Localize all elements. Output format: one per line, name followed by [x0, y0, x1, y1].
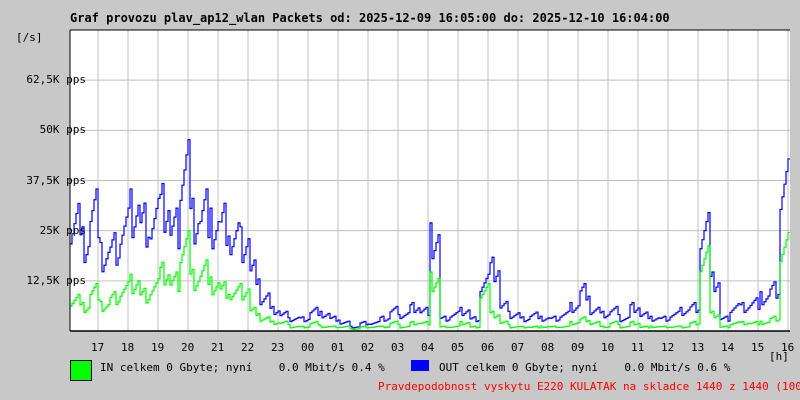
x-tick-label: 07 — [511, 341, 525, 354]
x-tick-label: 19 — [151, 341, 165, 354]
y-tick-label: 25K pps — [39, 223, 86, 237]
x-tick-label: 18 — [121, 341, 135, 354]
y-tick-label: 12,5K pps — [26, 273, 86, 287]
x-tick-label: 05 — [451, 341, 465, 354]
x-tick-label: 01 — [331, 341, 345, 354]
x-tick-label: 16 — [781, 341, 795, 354]
x-tick-label: 08 — [541, 341, 555, 354]
x-tick-label: 00 — [301, 341, 315, 354]
x-tick-label: 06 — [481, 341, 495, 354]
x-tick-label: 11 — [631, 341, 645, 354]
x-tick-label: 15 — [751, 341, 765, 354]
chart-root: Graf provozu plav_ap12_wlan Packets od: … — [0, 0, 800, 400]
x-tick-label: 14 — [721, 341, 735, 354]
legend-out-text: OUT celkem 0 Gbyte; nyní 0.0 Mbit/s 0.6 … — [439, 361, 731, 374]
x-tick-label: 04 — [421, 341, 435, 354]
plot-area — [69, 29, 790, 332]
note-text: Pravdepodobnost vyskytu E220 KULATAK na … — [378, 380, 800, 393]
x-tick-label: 10 — [601, 341, 615, 354]
y-tick-label: 62,5K pps — [26, 73, 86, 87]
x-tick-label: 22 — [241, 341, 255, 354]
legend-in-swatch — [70, 360, 92, 381]
legend-out-swatch — [411, 360, 429, 371]
x-tick-label: 21 — [211, 341, 225, 354]
x-tick-label: 03 — [391, 341, 405, 354]
x-tick-label: 20 — [181, 341, 195, 354]
y-tick-label: 37,5K pps — [26, 173, 86, 187]
x-tick-label: 17 — [91, 341, 105, 354]
x-tick-label: 12 — [661, 341, 675, 354]
y-tick-label: 50K pps — [39, 123, 86, 137]
x-tick-label: 02 — [361, 341, 375, 354]
x-tick-label: 13 — [691, 341, 705, 354]
legend-in-text: IN celkem 0 Gbyte; nyní 0.0 Mbit/s 0.4 % — [100, 361, 385, 374]
x-tick-label: 23 — [271, 341, 285, 354]
x-tick-label: 09 — [571, 341, 585, 354]
